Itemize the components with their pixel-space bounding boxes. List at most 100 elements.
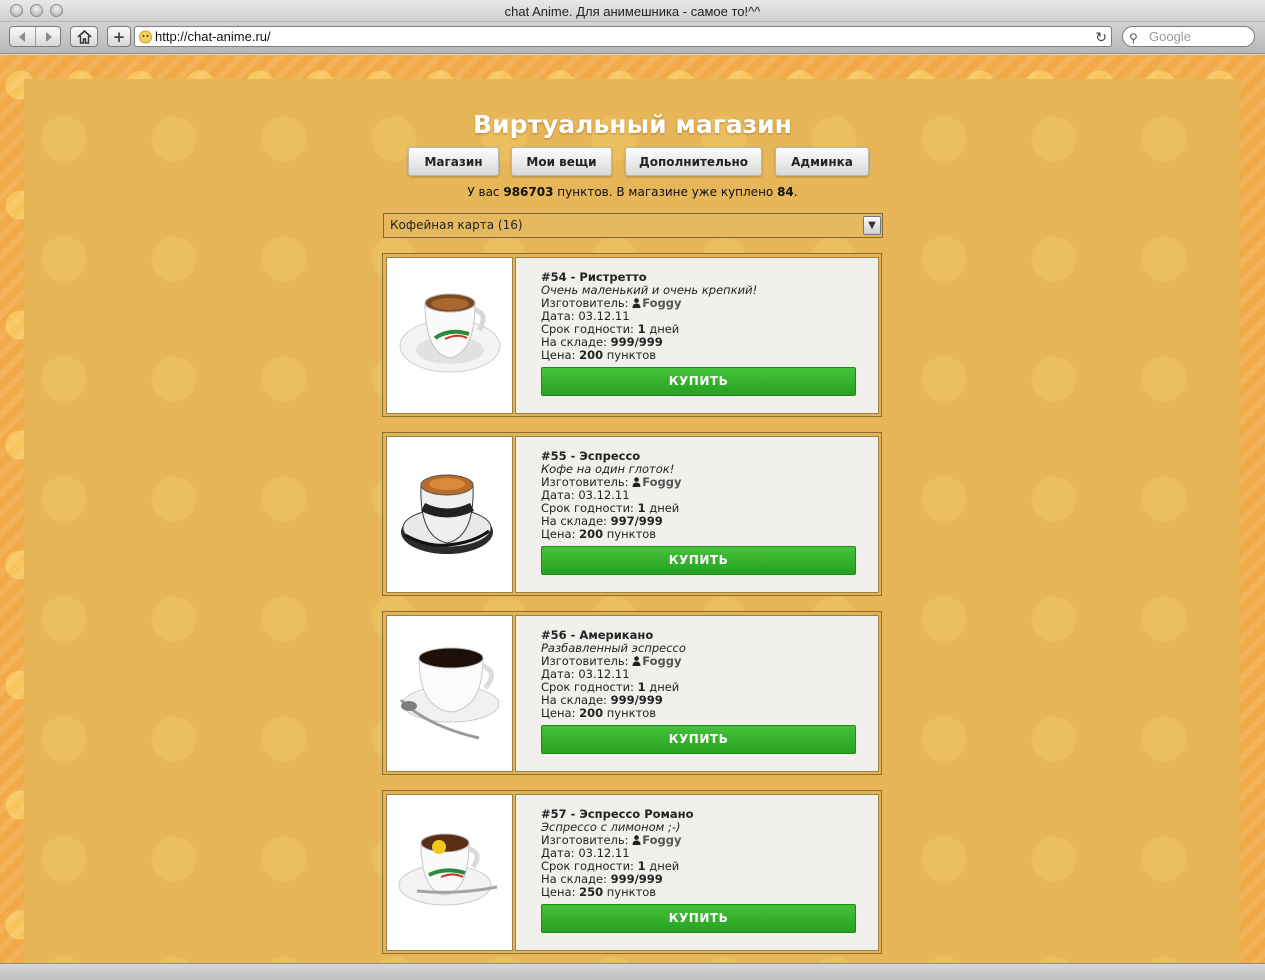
- item-shelf-life: 1: [637, 322, 646, 336]
- browser-toolbar: + http://chat-anime.ru/ ↻ ⚲ Google: [0, 22, 1265, 54]
- item-stock: 997/999: [610, 514, 663, 528]
- address-bar[interactable]: http://chat-anime.ru/ ↻: [134, 26, 1112, 47]
- item-card: #57 - Эспрессо Романо Эспрессо с лимоном…: [382, 790, 882, 954]
- search-field[interactable]: ⚲ Google: [1122, 26, 1255, 47]
- shelf-life-label: Срок годности:: [541, 680, 634, 694]
- price-label: Цена:: [541, 706, 576, 720]
- search-placeholder: Google: [1149, 29, 1191, 44]
- user-icon: [632, 656, 641, 666]
- item-shelf-life: 1: [637, 680, 646, 694]
- history-buttons: [9, 26, 61, 47]
- item-price-row: Цена: 250 пунктов: [541, 886, 878, 899]
- item-price: 200: [579, 706, 604, 720]
- item-info: #55 - Эспрессо Кофе на один глоток! Изго…: [515, 436, 879, 593]
- nav-admin-button[interactable]: Админка: [775, 147, 869, 176]
- window-title: chat Anime. Для анимешника - самое то!^^: [504, 4, 761, 19]
- buy-button[interactable]: КУПИТЬ: [541, 904, 856, 933]
- item-date: 03.12.11: [578, 846, 630, 860]
- window-titlebar: chat Anime. Для анимешника - самое то!^^: [0, 0, 1265, 22]
- buy-button[interactable]: КУПИТЬ: [541, 367, 856, 396]
- espresso-cup-printed-icon: [401, 474, 493, 554]
- home-icon: [76, 29, 92, 44]
- buy-button[interactable]: КУПИТЬ: [541, 546, 856, 575]
- nav-additional-button[interactable]: Дополнительно: [625, 147, 762, 176]
- black-coffee-cup-icon: [399, 647, 500, 740]
- item-shelf-life: 1: [637, 859, 646, 873]
- user-icon: [632, 477, 641, 487]
- site-favicon-icon: [139, 30, 152, 44]
- page-title: Виртуальный магазин: [473, 110, 792, 139]
- item-image: [386, 615, 513, 772]
- price-label: Цена:: [541, 885, 576, 899]
- stock-label: На складе:: [541, 514, 607, 528]
- price-label: Цена:: [541, 527, 576, 541]
- stock-label: На складе:: [541, 335, 607, 349]
- reload-icon[interactable]: ↻: [1095, 28, 1107, 47]
- page-viewport: Виртуальный магазин Магазин Мои вещи Доп…: [0, 55, 1265, 963]
- maker-link[interactable]: Foggy: [642, 654, 681, 668]
- shelf-life-label: Срок годности:: [541, 859, 634, 873]
- buy-button[interactable]: КУПИТЬ: [541, 725, 856, 754]
- item-price-row: Цена: 200 пунктов: [541, 528, 878, 541]
- item-shelf-life: 1: [637, 501, 646, 515]
- maker-link[interactable]: Foggy: [642, 296, 681, 310]
- item-info: #54 - Ристретто Очень маленький и очень …: [515, 257, 879, 414]
- nav-shop-button[interactable]: Магазин: [408, 147, 499, 176]
- add-bookmark-button[interactable]: +: [107, 26, 131, 47]
- bought-count: 84: [777, 185, 794, 199]
- maker-label: Изготовитель:: [541, 654, 629, 668]
- item-stock: 999/999: [610, 693, 663, 707]
- back-arrow-icon: [19, 31, 25, 42]
- days-label: дней: [649, 501, 680, 515]
- item-card: #54 - Ристретто Очень маленький и очень …: [382, 253, 882, 417]
- espresso-lemon-cup-icon: [398, 833, 498, 906]
- item-date: 03.12.11: [578, 309, 630, 323]
- price-label: Цена:: [541, 348, 576, 362]
- item-price-row: Цена: 200 пунктов: [541, 707, 878, 720]
- category-select[interactable]: Кофейная карта (16) ▼: [383, 213, 883, 238]
- forward-button[interactable]: [35, 27, 60, 46]
- item-price: 250: [579, 885, 604, 899]
- shelf-life-label: Срок годности:: [541, 322, 634, 336]
- balance-middle: пунктов. В магазине уже куплено: [557, 185, 774, 199]
- maker-link[interactable]: Foggy: [642, 475, 681, 489]
- item-image: [386, 794, 513, 951]
- item-image: [386, 257, 513, 414]
- stock-label: На складе:: [541, 872, 607, 886]
- points-label: пунктов: [606, 885, 657, 899]
- item-image: [386, 436, 513, 593]
- points-label: пунктов: [606, 706, 657, 720]
- back-button[interactable]: [10, 27, 35, 46]
- nav-my-items-button[interactable]: Мои вещи: [511, 147, 612, 176]
- days-label: дней: [649, 680, 680, 694]
- item-price: 200: [579, 527, 604, 541]
- url-text: http://chat-anime.ru/: [155, 29, 271, 44]
- balance-points: 986703: [503, 185, 554, 199]
- item-stock: 999/999: [610, 872, 663, 886]
- points-label: пунктов: [606, 527, 657, 541]
- item-card: #56 - Американо Разбавленный эспрессо Из…: [382, 611, 882, 775]
- status-bar: [0, 963, 1265, 980]
- balance-text: У вас 986703 пунктов. В магазине уже куп…: [0, 185, 1265, 199]
- search-icon: ⚲: [1129, 31, 1138, 45]
- item-info: #56 - Американо Разбавленный эспрессо Из…: [515, 615, 879, 772]
- date-label: Дата:: [541, 488, 575, 502]
- date-label: Дата:: [541, 846, 575, 860]
- item-date: 03.12.11: [578, 667, 630, 681]
- points-label: пунктов: [606, 348, 657, 362]
- item-date: 03.12.11: [578, 488, 630, 502]
- item-card: #55 - Эспрессо Кофе на один глоток! Изго…: [382, 432, 882, 596]
- days-label: дней: [649, 859, 680, 873]
- date-label: Дата:: [541, 309, 575, 323]
- home-button[interactable]: [70, 26, 98, 47]
- item-stock: 999/999: [610, 335, 663, 349]
- category-selected-value: Кофейная карта (16): [390, 218, 523, 232]
- balance-suffix: .: [793, 185, 798, 199]
- shelf-life-label: Срок годности:: [541, 501, 634, 515]
- days-label: дней: [649, 322, 680, 336]
- maker-label: Изготовитель:: [541, 296, 629, 310]
- chevron-down-icon[interactable]: ▼: [863, 216, 881, 235]
- date-label: Дата:: [541, 667, 575, 681]
- item-info: #57 - Эспрессо Романо Эспрессо с лимоном…: [515, 794, 879, 951]
- maker-link[interactable]: Foggy: [642, 833, 681, 847]
